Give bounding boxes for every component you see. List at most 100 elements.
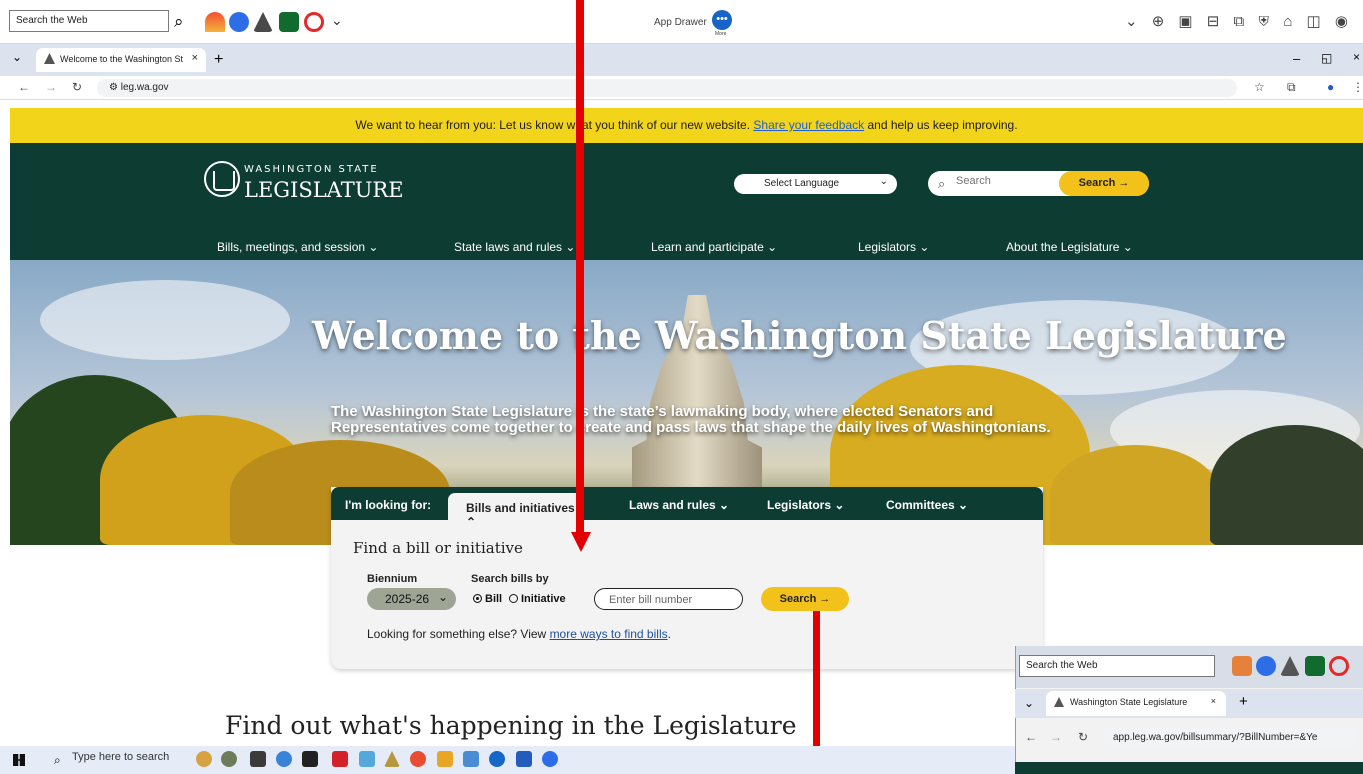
preview-zoom-icon[interactable] — [1256, 656, 1276, 676]
spinner-icon[interactable] — [304, 12, 324, 32]
chevron-down-icon: ⌄ — [1122, 240, 1133, 254]
header-search-button[interactable]: Search → — [1059, 171, 1149, 196]
word-icon[interactable] — [516, 751, 532, 767]
close-icon[interactable]: × — [192, 52, 198, 64]
chevron-up-icon: ⌃ — [466, 515, 477, 529]
zoom-icon[interactable] — [542, 751, 558, 767]
network-icon[interactable] — [463, 751, 479, 767]
nav-learn[interactable]: Learn and participate ⌄ — [651, 240, 777, 254]
tab-committees[interactable]: Committees ⌄ — [886, 498, 968, 512]
preview-back-icon[interactable]: ← — [1025, 730, 1037, 744]
capitol-logo-icon[interactable] — [204, 161, 240, 197]
more-ways-text: Looking for something else? View more wa… — [367, 627, 671, 641]
looking-for-label: I'm looking for: — [345, 498, 432, 512]
preview-search-input[interactable]: Search the Web — [1019, 655, 1215, 677]
finder-title: Find a bill or initiative — [353, 539, 523, 557]
chevron-down-icon: ⌄ — [767, 240, 778, 254]
preview-word-icon[interactable] — [1305, 656, 1325, 676]
bill-radio[interactable]: Bill — [473, 593, 502, 605]
search-icon[interactable]: ⌕ — [174, 12, 194, 32]
nav-bills[interactable]: Bills, meetings, and session ⌄ — [217, 240, 378, 254]
tab-bills-initiatives[interactable]: Bills and initiatives ⌃ — [448, 493, 584, 529]
biennium-select[interactable]: 2025-26 ⌄ — [367, 588, 456, 610]
person-icon[interactable] — [221, 751, 237, 767]
mail-icon[interactable] — [359, 751, 375, 767]
forward-icon[interactable]: → — [45, 80, 57, 94]
chevron-down-icon: ⌄ — [437, 590, 448, 604]
search-icon: ⌕ — [938, 176, 946, 191]
chrome-icon[interactable] — [410, 751, 426, 767]
back-icon[interactable]: ← — [18, 80, 30, 94]
site-info-icon[interactable]: ⚙ — [109, 82, 121, 93]
plus-icon[interactable]: + — [214, 51, 223, 69]
initiative-radio[interactable]: Initiative — [509, 593, 566, 605]
preview-forward-icon[interactable]: → — [1050, 730, 1062, 744]
preview-url-field[interactable]: app.leg.wa.gov/billsummary/?BillNumber=&… — [1103, 728, 1358, 747]
star-icon[interactable]: ☆ — [1254, 80, 1265, 94]
feedback-banner: We want to hear from you: Let us know wh… — [10, 108, 1363, 143]
menu-icon[interactable]: ⋮ — [1352, 80, 1363, 94]
nav-about[interactable]: About the Legislature ⌄ — [1006, 240, 1133, 254]
chevron-down-icon: ⌄ — [879, 176, 888, 187]
word-icon[interactable] — [279, 12, 299, 32]
site-search-input[interactable] — [956, 175, 1056, 187]
app-drawer-label: App Drawer — [654, 17, 707, 28]
chevron-down-icon[interactable]: ⌄ — [331, 12, 351, 32]
more-label: More — [715, 31, 727, 37]
minimize-icon[interactable]: – — [1293, 51, 1300, 66]
restore-icon[interactable]: ◱ — [1321, 51, 1332, 65]
nav-legislators[interactable]: Legislators ⌄ — [858, 240, 929, 254]
zoom-icon[interactable] — [229, 12, 249, 32]
bill-number-input[interactable]: Enter bill number — [594, 588, 743, 610]
section-title: Find out what's happening in the Legisla… — [225, 711, 797, 740]
share-feedback-link[interactable]: Share your feedback — [753, 118, 864, 132]
preview-chevron-down-icon[interactable]: ⌄ — [1024, 696, 1034, 710]
extensions-icon[interactable]: ⧉ — [1287, 80, 1296, 95]
chevron-down-icon: ⌄ — [565, 240, 576, 254]
preview-rainbow-icon[interactable] — [1232, 656, 1252, 676]
preview-reload-icon[interactable]: ↻ — [1078, 730, 1088, 744]
people-icon[interactable] — [196, 751, 212, 767]
capitol-favicon-icon — [44, 53, 55, 64]
reload-icon[interactable]: ↻ — [72, 80, 82, 94]
taskbar-search[interactable]: Type here to search — [72, 751, 169, 763]
copilot-icon[interactable] — [276, 751, 292, 767]
finder-tabs: I'm looking for: Bills and initiatives ⌃… — [331, 487, 1043, 529]
web-search-input[interactable]: Search the Web — [9, 10, 169, 32]
rainbow-icon[interactable] — [437, 751, 453, 767]
rainbow-icon[interactable] — [205, 12, 225, 32]
site-search[interactable]: ⌕ Search → — [928, 171, 1149, 196]
preview-tab[interactable]: Washington State Legislature × — [1046, 691, 1226, 716]
preview-capitol-favicon-icon — [1054, 697, 1064, 707]
app-icon[interactable] — [302, 751, 318, 767]
more-icon[interactable]: ••• — [712, 10, 732, 30]
brand-title[interactable]: LEGISLATURE — [244, 178, 404, 202]
biennium-label: Biennium — [367, 573, 418, 585]
nav-state-laws[interactable]: State laws and rules ⌄ — [454, 240, 575, 254]
tab-legislators[interactable]: Legislators ⌄ — [767, 498, 844, 512]
tab-list-chevron-icon[interactable]: ⌄ — [12, 50, 22, 64]
close-window-icon[interactable]: × — [1353, 50, 1360, 64]
task-view-icon[interactable] — [250, 751, 266, 767]
red-arrow-shaft — [576, 0, 584, 535]
browser-tab[interactable]: Welcome to the Washington St × — [36, 48, 206, 72]
profile-icon[interactable]: ● — [1327, 80, 1334, 94]
preview-header — [1015, 762, 1363, 774]
hero-description: The Washington State Legislature is the … — [331, 403, 1051, 436]
preview-plus-icon[interactable]: + — [1239, 693, 1248, 710]
url-field[interactable]: ⚙ leg.wa.gov — [97, 79, 1237, 97]
tab-laws-rules[interactable]: Laws and rules ⌄ — [629, 498, 729, 512]
chevron-down-icon: ⌄ — [919, 240, 930, 254]
chrome-blue-icon[interactable] — [489, 751, 505, 767]
toolbar-right-icons[interactable]: ⌄ ⊕ ▣ ⊟ ⧉ ⛨ ⌂ ◫ ◉ — [1125, 12, 1353, 30]
hero-title: Welcome to the Washington State Legislat… — [312, 313, 1287, 358]
pdf-icon[interactable] — [332, 751, 348, 767]
preview-spinner-icon[interactable] — [1329, 656, 1349, 676]
close-icon[interactable]: × — [1211, 696, 1216, 706]
browser-tab-title: Welcome to the Washington St — [60, 54, 184, 64]
brand-subtitle[interactable]: WASHINGTON STATE — [244, 164, 379, 175]
more-ways-link[interactable]: more ways to find bills — [550, 627, 668, 641]
search-icon[interactable]: ⌕ — [54, 753, 61, 768]
language-select[interactable]: Select Language ⌄ — [734, 174, 897, 194]
bill-search-button[interactable]: Search → — [761, 587, 849, 611]
